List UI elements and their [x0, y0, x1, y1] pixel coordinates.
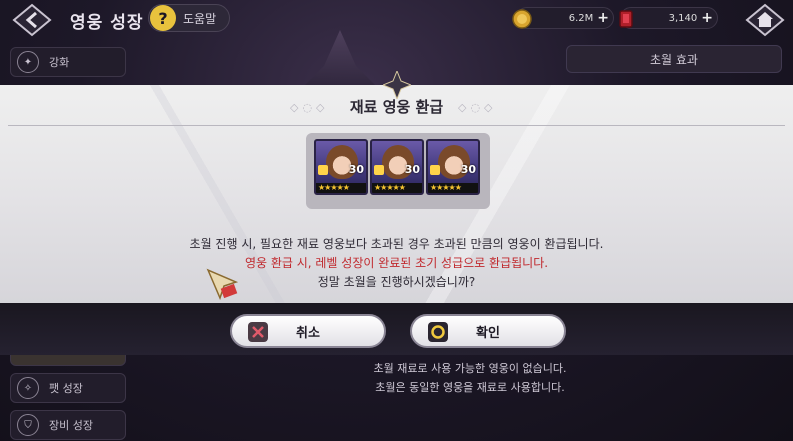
gem-currency: 3,140 + — [619, 7, 718, 29]
hero-card[interactable]: 30 ★★★★★ — [314, 139, 368, 195]
tab-equipment-growth-label: 장비 성장 — [49, 419, 93, 432]
help-label: 도움말 — [183, 11, 217, 26]
add-gem-button[interactable]: + — [701, 10, 713, 26]
hero-level: 30 — [348, 163, 364, 176]
refund-dialog: ◇◌◇ 재료 영웅 환급 ◇◌◇ 30 ★★★★★ 30 ★★★★★ 30 ★★… — [0, 71, 793, 303]
tab-enhance-label: 강화 — [49, 56, 70, 69]
gold-coin-icon — [512, 9, 532, 29]
hero-stars: ★★★★★ — [428, 183, 478, 193]
help-button[interactable]: ? 도움말 — [148, 4, 230, 32]
tutorial-pointer-icon — [206, 268, 239, 301]
dialog-title: 재료 영웅 환급 — [349, 98, 444, 116]
tab-pet-growth[interactable]: ✧ 팻 성장 — [10, 373, 126, 403]
gold-amount: 6.2M — [568, 12, 594, 24]
hero-list: 30 ★★★★★ 30 ★★★★★ 30 ★★★★★ — [306, 133, 490, 209]
title-divider — [8, 125, 785, 126]
element-icon — [374, 165, 384, 175]
cancel-label: 취소 — [296, 325, 320, 341]
tab-enhance[interactable]: ✦ 강화 — [10, 47, 126, 77]
shield-icon: ⛉ — [17, 414, 39, 436]
tab-pet-growth-label: 팻 성장 — [49, 382, 83, 395]
tab-equipment-growth[interactable]: ⛉ 장비 성장 — [10, 410, 126, 440]
diamond-ornament-icon — [383, 71, 411, 99]
dialog-warning-message: 영웅 환급 시, 레벨 성장이 완료된 초기 성급으로 환급됩니다. — [244, 256, 549, 270]
top-bar: 영웅 성장 ? 도움말 6.2M + 3,140 + — [0, 0, 793, 40]
hero-level: 30 — [404, 163, 420, 176]
hero-stars: ★★★★★ — [372, 183, 422, 193]
gem-amount: 3,140 — [668, 12, 698, 24]
element-icon — [430, 165, 440, 175]
dialog-confirm-question: 정말 초월을 진행하시겠습니까? — [317, 275, 476, 289]
element-icon — [318, 165, 328, 175]
dialog-message-1: 초월 진행 시, 필요한 재료 영웅보다 초과된 경우 초과된 만큼의 영웅이 … — [189, 237, 604, 251]
help-icon: ? — [150, 5, 176, 31]
back-button[interactable] — [10, 3, 54, 37]
confirm-label: 확인 — [476, 325, 500, 341]
title-decoration-right: ◇◌◇ — [458, 101, 497, 114]
transcend-effect-header[interactable]: 초월 효과 — [566, 45, 782, 73]
enhance-icon: ✦ — [17, 51, 39, 73]
hero-stars: ★★★★★ — [316, 183, 366, 193]
hero-card[interactable]: 30 ★★★★★ — [426, 139, 480, 195]
home-icon — [745, 3, 785, 37]
dialog-action-bar: 취소 확인 — [0, 303, 793, 355]
info-line-1: 초월 재료로 사용 가능한 영웅이 없습니다. — [373, 362, 567, 375]
cancel-button[interactable]: 취소 — [230, 314, 386, 348]
cross-icon — [248, 322, 268, 342]
circle-icon — [428, 322, 448, 342]
hero-level: 30 — [460, 163, 476, 176]
info-line-2: 초월은 동일한 영웅을 재료로 사용합니다. — [375, 381, 565, 394]
page-title: 영웅 성장 — [70, 13, 144, 33]
home-button[interactable] — [743, 2, 787, 38]
add-gold-button[interactable]: + — [597, 10, 609, 26]
hero-card[interactable]: 30 ★★★★★ — [370, 139, 424, 195]
gold-currency: 6.2M + — [512, 7, 614, 29]
back-arrow-icon — [12, 3, 52, 37]
confirm-button[interactable]: 확인 — [410, 314, 566, 348]
red-gem-icon — [619, 10, 633, 28]
pet-icon: ✧ — [17, 377, 39, 399]
